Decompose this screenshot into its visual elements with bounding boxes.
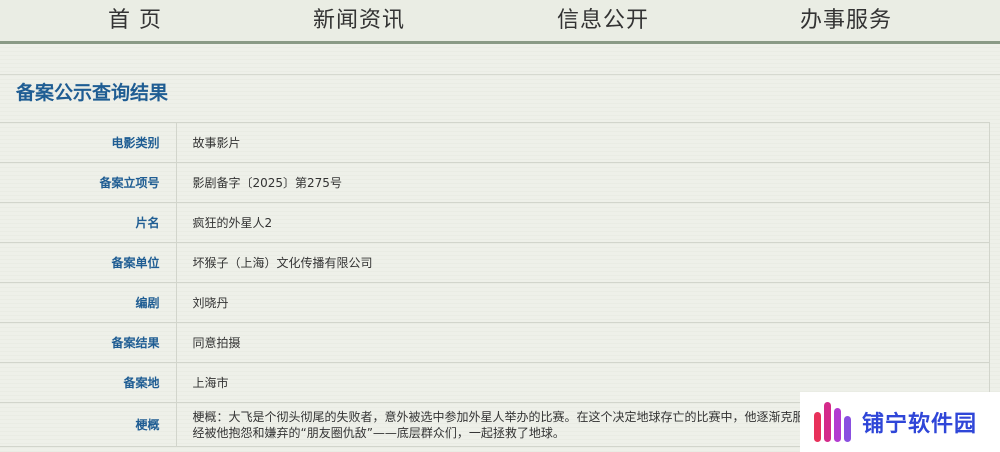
row-value: 坏猴子（上海）文化传播有限公司	[176, 242, 990, 283]
page-title: 备案公示查询结果	[16, 82, 169, 104]
row-label: 片名	[0, 202, 177, 243]
row-value: 刘晓丹	[176, 282, 990, 323]
table-row-category: 电影类别 故事影片	[0, 122, 990, 163]
top-navigation: 首 页 新闻资讯 信息公开 办事服务	[0, 0, 1000, 44]
row-label: 备案单位	[0, 242, 177, 283]
nav-item-info-disclosure[interactable]: 信息公开	[557, 2, 649, 34]
row-label: 备案结果	[0, 322, 177, 363]
row-value: 同意拍摄	[176, 322, 990, 363]
row-label: 编剧	[0, 282, 177, 323]
divider	[0, 74, 1000, 75]
row-value: 影剧备字〔2025〕第275号	[176, 162, 990, 203]
row-label: 备案立项号	[0, 162, 177, 203]
table-row-screenwriter: 编剧 刘晓丹	[0, 282, 990, 323]
row-label: 备案地	[0, 362, 177, 403]
row-value: 疯狂的外星人2	[176, 202, 990, 243]
table-row-result: 备案结果 同意拍摄	[0, 322, 990, 363]
row-value: 故事影片	[176, 122, 990, 163]
table-row-company: 备案单位 坏猴子（上海）文化传播有限公司	[0, 242, 990, 283]
table-row-title: 片名 疯狂的外星人2	[0, 202, 990, 243]
table-row-registration-number: 备案立项号 影剧备字〔2025〕第275号	[0, 162, 990, 203]
row-label: 梗概	[0, 402, 177, 447]
nav-item-news[interactable]: 新闻资讯	[313, 2, 405, 34]
row-label: 电影类别	[0, 122, 177, 163]
nav-item-home[interactable]: 首 页	[108, 2, 162, 34]
nav-item-services[interactable]: 办事服务	[800, 2, 892, 34]
watermark-badge: 铺宁软件园	[800, 392, 1000, 452]
watermark-text: 铺宁软件园	[862, 412, 978, 437]
watermark-logo-icon	[814, 402, 852, 442]
